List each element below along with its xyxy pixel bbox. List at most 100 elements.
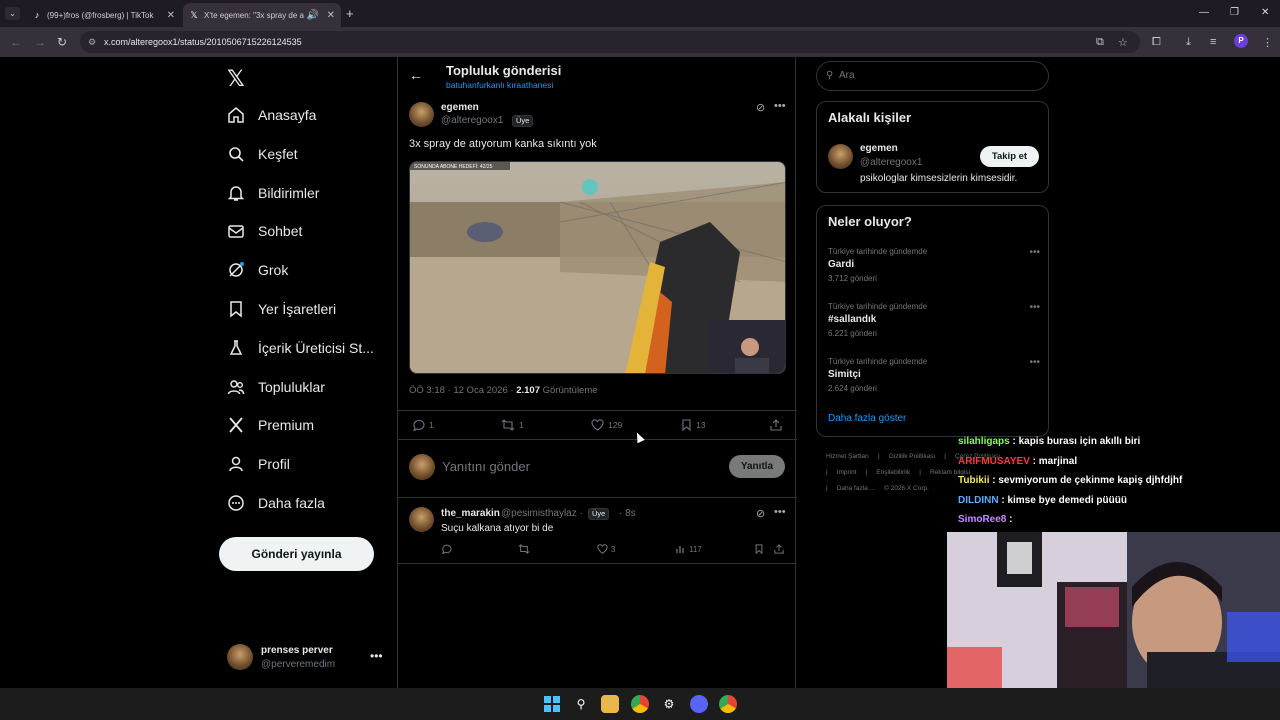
tweet-time[interactable]: ÖÖ 3:18 · 12 Oca 2026 · (409, 385, 514, 396)
footer-link[interactable]: © 2026 X Corp. (884, 485, 929, 492)
tweet-author-avatar[interactable] (409, 102, 434, 127)
more-icon[interactable]: ••• (1029, 357, 1040, 368)
chrome-active-icon[interactable] (719, 695, 737, 713)
footer-link[interactable]: Imprint (837, 469, 857, 476)
nav-item-person[interactable]: Profil (227, 450, 290, 478)
reply-icon (413, 419, 425, 431)
trend-item[interactable]: Türkiye tarihinde gündemde #sallandık 6.… (828, 302, 1040, 347)
install-app-icon[interactable]: ⧉ (1096, 36, 1104, 49)
person-handle[interactable]: @alteregoox1 (860, 157, 922, 168)
close-tab-icon[interactable]: ✕ (327, 10, 335, 21)
new-tab-button[interactable]: + (346, 6, 354, 21)
address-bar[interactable]: ⚙ x.com/alteregoox1/status/2010506715226… (80, 31, 1140, 53)
forward-icon[interactable]: → (34, 35, 46, 49)
account-switcher[interactable]: prenses perver @perveremedim ••• (227, 643, 397, 673)
discord-icon[interactable] (690, 695, 708, 713)
avatar[interactable] (828, 144, 853, 169)
trend-item[interactable]: Türkiye tarihinde gündemde Gardi 3.712 g… (828, 247, 1040, 292)
reply-time[interactable]: · 8s (619, 508, 636, 519)
heart-icon (591, 419, 604, 431)
trend-item[interactable]: Türkiye tarihinde gündemde Simitçi 2.624… (828, 357, 1040, 402)
nav-item-search[interactable]: Keşfet (227, 140, 298, 168)
reload-icon[interactable]: ↻ (57, 35, 67, 49)
community-link[interactable]: batuhanfurkanlı kıraathanesi (446, 80, 553, 90)
avatar (227, 644, 253, 670)
like-button[interactable]: 129 (591, 419, 622, 431)
extensions-icon[interactable]: ⧠ (1152, 36, 1161, 49)
chat-text: : (1009, 514, 1013, 525)
search-icon[interactable]: ⚲ (572, 695, 590, 713)
reply-author-handle[interactable]: @pesimisthaylaz · (501, 508, 583, 519)
footer-link[interactable]: Erişilebilirlik (876, 469, 910, 476)
reply-like-button[interactable]: 3 (597, 544, 615, 554)
more-icon[interactable]: ••• (774, 506, 786, 518)
post-button[interactable]: Gönderi yayınla (219, 537, 374, 571)
download-icon[interactable]: ⤓ (1186, 36, 1191, 49)
nav-item-grok[interactable]: Grok (227, 256, 288, 284)
nav-item-people[interactable]: Topluluklar (227, 373, 325, 401)
nav-item-bell[interactable]: Bildirimler (227, 179, 319, 207)
tweet-author-name[interactable]: egemen (441, 102, 479, 113)
window-close-button[interactable]: ✕ (1261, 7, 1269, 18)
more-circle-icon (227, 494, 245, 512)
nav-item-flask[interactable]: İçerik Üreticisi St... (227, 334, 374, 362)
repost-button[interactable]: 1 (501, 419, 524, 431)
nav-item-home[interactable]: Anasayfa (227, 101, 316, 129)
file-explorer-icon[interactable] (601, 695, 619, 713)
footer-link[interactable]: Gizlilik Politikası (889, 453, 936, 460)
browser-tab-x[interactable]: 𝕏 X'te egemen: "3x spray de a 🔊 ✕ (183, 3, 341, 27)
reply-submit-button[interactable]: Yanıtla (729, 455, 785, 478)
bookmark-button[interactable]: 13 (681, 419, 705, 431)
reply-repost-button[interactable] (518, 544, 533, 554)
minimize-button[interactable]: — (1199, 7, 1209, 18)
profile-avatar[interactable]: P (1234, 34, 1248, 48)
nav-item-mail[interactable]: Sohbet (227, 217, 302, 245)
reply-share-button[interactable] (774, 544, 787, 554)
more-icon[interactable]: ••• (1029, 247, 1040, 258)
share-button[interactable] (770, 419, 786, 431)
person-name[interactable]: egemen (860, 143, 898, 154)
reply-reply-button[interactable] (441, 544, 455, 554)
search-input[interactable]: ⚲ Ara (816, 61, 1049, 91)
nav-item-more-circle[interactable]: Daha fazla (227, 489, 325, 517)
nav-item-x[interactable]: Premium (227, 411, 314, 439)
tweet-author-handle[interactable]: @alteregoox1 (441, 115, 503, 126)
reply-input[interactable]: Yanıtını gönder (442, 459, 530, 474)
reply-author-name[interactable]: the_marakin (441, 508, 500, 519)
speaker-icon[interactable]: 🔊 (307, 10, 319, 21)
grok-icon[interactable]: ⊘ (756, 101, 765, 114)
follow-button[interactable]: Takip et (980, 146, 1039, 167)
reply-bookmark-button[interactable] (754, 544, 767, 554)
close-tab-icon[interactable]: ✕ (167, 10, 175, 21)
restore-button[interactable]: ❐ (1230, 7, 1239, 18)
star-icon[interactable]: ☆ (1118, 36, 1128, 49)
back-icon[interactable]: ← (10, 35, 22, 49)
reply-tweet[interactable]: the_marakin @pesimisthaylaz · Üye · 8s ⊘… (398, 498, 797, 564)
more-icon[interactable]: ••• (370, 649, 383, 663)
nav-item-label: Grok (258, 262, 289, 279)
grok-icon[interactable]: ⊘ (756, 507, 765, 520)
card-title: Alakalı kişiler (828, 110, 912, 125)
footer-link[interactable]: Hizmet Şartları (826, 453, 869, 460)
nav-item-bookmark[interactable]: Yer İşaretleri (227, 295, 336, 323)
x-logo[interactable]: 𝕏 (227, 66, 245, 92)
browser-tab-tiktok[interactable]: ♪ (99+)fros (@frosberg) | TikTok ✕ (26, 3, 181, 27)
footer-link[interactable]: Daha fazla ... (837, 485, 875, 492)
windows-start-icon[interactable] (543, 695, 561, 713)
tab-search-button[interactable]: ⌄ (5, 7, 20, 20)
reply-button[interactable]: 1 (412, 419, 434, 431)
tweet-text: 3x spray de atıyorum kanka sıkıntı yok (409, 138, 597, 150)
more-icon[interactable]: ••• (774, 100, 786, 112)
reply-views[interactable]: 117 (676, 544, 702, 554)
more-icon[interactable]: ••• (1029, 302, 1040, 313)
menu-icon[interactable]: ⋮ (1262, 36, 1273, 49)
chat-message: ARIFMUSAYEV : marjinal (958, 456, 1258, 476)
settings-icon[interactable]: ⚙ (660, 695, 678, 713)
show-more-link[interactable]: Daha fazla göster (828, 413, 906, 424)
site-info-icon[interactable]: ⚙ (88, 31, 96, 53)
back-arrow-icon[interactable]: ← (409, 67, 423, 83)
tweet-video[interactable]: SONUNDA ABONE HEDEFİ: 42/25 (409, 161, 786, 374)
reading-list-icon[interactable]: ≡ (1210, 36, 1216, 48)
reply-author-avatar[interactable] (409, 507, 434, 532)
chrome-icon[interactable] (631, 695, 649, 713)
